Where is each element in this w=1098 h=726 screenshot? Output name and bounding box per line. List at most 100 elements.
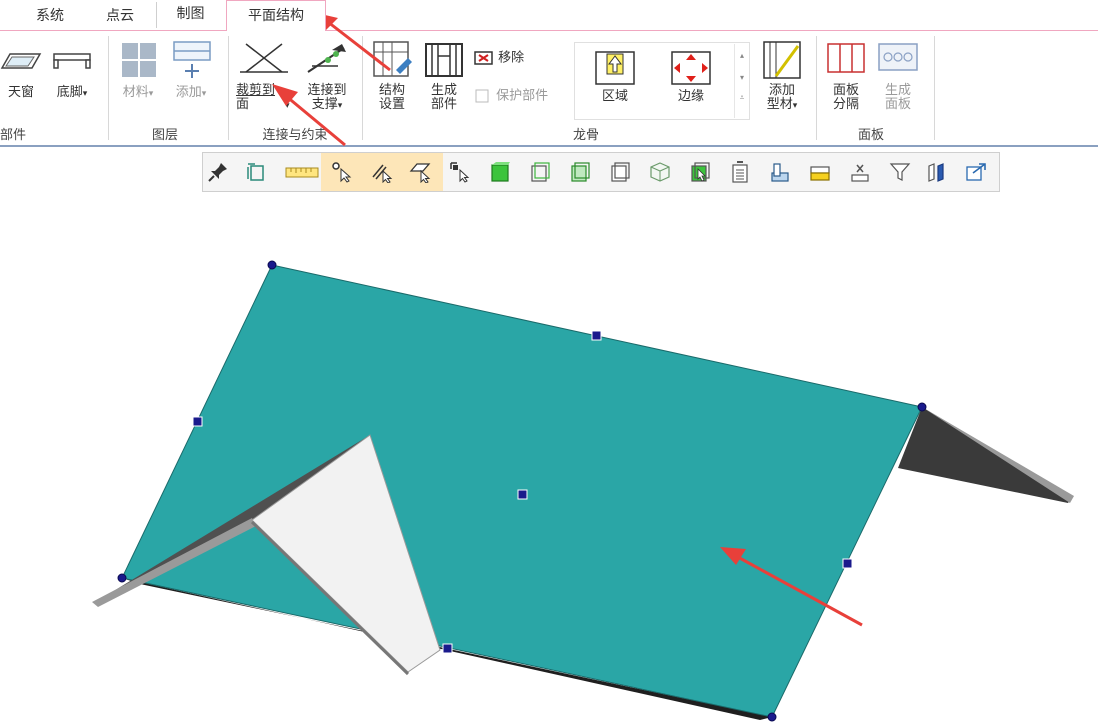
remove-icon — [474, 51, 493, 65]
box-wire-icon[interactable] — [529, 161, 551, 183]
generate-panel-icon — [878, 43, 918, 71]
gallery-expand-icon[interactable]: ⩡ — [735, 92, 749, 104]
pin-icon[interactable] — [207, 161, 229, 183]
trim-to-plane-label: 裁剪到 — [236, 83, 276, 98]
structure-settings-button[interactable]: 结构 设置 — [368, 40, 416, 118]
footing-dropdown-icon: ▾ — [82, 89, 88, 99]
add-profile-button[interactable]: 添加 型材▾ — [754, 40, 810, 118]
box-select-icon[interactable] — [689, 161, 711, 183]
protect-part-checkbox[interactable]: 保护部件 — [474, 88, 570, 108]
clear-icon[interactable] — [849, 161, 871, 183]
trim-to-plane-label-line2: 面 — [236, 97, 250, 112]
add-layer-label: 添加 — [175, 85, 202, 100]
right-roof-slope[interactable] — [898, 407, 1072, 503]
edge-label: 边缘 — [677, 89, 704, 104]
connect-to-support-label: 连接到 — [307, 83, 347, 98]
material-dropdown-icon: ▾ — [148, 89, 154, 99]
add-profile-label-line2: 型材 — [766, 97, 793, 112]
panel-divide-label-line2: 分隔 — [832, 97, 859, 112]
material-button[interactable]: 材料▾ — [114, 40, 162, 108]
edge-midpoint-handle[interactable] — [192, 416, 203, 427]
tab-bar: 系统 点云 制图 平面结构 — [0, 0, 1098, 31]
group-label-frame: 龙骨 — [572, 128, 599, 143]
edge-midpoint-handle[interactable] — [442, 643, 453, 654]
skylight-button[interactable]: 天窗 — [0, 48, 42, 108]
connect-to-support-label-line2: 支撑 — [311, 97, 338, 112]
group-separator — [934, 36, 935, 140]
corner-handle[interactable] — [267, 260, 277, 270]
columns-icon[interactable] — [925, 161, 947, 183]
export-icon[interactable] — [965, 161, 987, 183]
footing-label: 底脚 — [56, 85, 83, 100]
generate-part-button[interactable]: 生成 部件 — [420, 40, 468, 118]
edge-midpoint-handle[interactable] — [591, 330, 602, 341]
skylight-icon — [0, 53, 42, 69]
box-shaded-icon[interactable] — [569, 161, 591, 183]
corner-handle[interactable] — [767, 712, 777, 722]
add-layer-icon — [173, 41, 211, 78]
rotate-view-icon[interactable] — [245, 161, 267, 183]
trim-dropdown-icon: ▾ — [285, 101, 290, 111]
select-point-icon[interactable] — [331, 161, 353, 183]
add-profile-dropdown-icon: ▾ — [792, 101, 798, 111]
tab-plane-structure[interactable]: 平面结构 — [226, 0, 326, 31]
footing-button[interactable]: 底脚▾ — [50, 48, 94, 108]
group-separator — [362, 36, 363, 140]
generate-panel-button[interactable]: 生成 面板 — [874, 40, 922, 118]
ribbon-bottom-border — [0, 145, 1098, 147]
footing-icon — [53, 53, 91, 69]
panel-divide-button[interactable]: 面板 分隔 — [822, 40, 870, 118]
gallery-scroll-down-icon[interactable]: ▾ — [735, 72, 749, 84]
remove-label: 移除 — [498, 50, 525, 66]
select-edge-icon[interactable] — [371, 161, 393, 183]
gallery-scroll-up-icon[interactable]: ▴ — [735, 50, 749, 62]
box-outline-icon[interactable] — [609, 161, 631, 183]
stack-icon[interactable] — [809, 161, 831, 183]
layers-icon[interactable] — [769, 161, 791, 183]
tab-system[interactable]: 系统 — [30, 4, 70, 28]
select-component-icon[interactable] — [449, 161, 471, 183]
view-toolbar — [202, 152, 1000, 192]
connect-dropdown-icon: ▾ — [337, 101, 343, 111]
edge-icon — [671, 51, 711, 85]
edge-midpoint-handle[interactable] — [842, 558, 853, 569]
group-separator — [816, 36, 817, 140]
trim-to-plane-button[interactable]: 裁剪到 面 ▾ — [234, 40, 294, 118]
group-separator — [228, 36, 229, 140]
select-face-icon[interactable] — [409, 161, 431, 183]
tab-drafting[interactable]: 制图 — [156, 2, 224, 28]
panel-divide-icon — [827, 43, 865, 73]
structure-settings-label-line2: 设置 — [378, 97, 405, 112]
filter-icon[interactable] — [889, 161, 911, 183]
corner-handle[interactable] — [117, 573, 127, 583]
box-hidden-icon[interactable] — [649, 161, 671, 183]
protect-part-label: 保护部件 — [496, 88, 549, 104]
generate-part-label-line2: 部件 — [430, 97, 457, 112]
structure-settings-icon — [373, 41, 412, 77]
model-viewport[interactable] — [0, 192, 1098, 726]
add-profile-label: 添加 — [768, 83, 795, 98]
add-profile-icon — [763, 41, 801, 79]
center-handle[interactable] — [517, 489, 528, 500]
panel-divide-label: 面板 — [832, 83, 859, 98]
corner-handle[interactable] — [917, 402, 927, 412]
checkbox-icon — [475, 89, 489, 103]
ruler-icon[interactable] — [285, 161, 319, 183]
add-layer-dropdown-icon: ▾ — [201, 89, 207, 99]
tab-point-cloud[interactable]: 点云 — [100, 4, 140, 28]
region-icon — [595, 51, 635, 85]
connect-to-support-button[interactable]: 连接到 支撑▾ — [298, 40, 356, 118]
edge-button[interactable]: 边缘 — [656, 50, 726, 110]
connect-support-icon — [307, 44, 346, 73]
box-solid-icon[interactable] — [489, 161, 511, 183]
trim-plane-icon — [240, 43, 288, 73]
remove-button[interactable]: 移除 — [474, 50, 544, 70]
gallery-scroll[interactable]: ▴ ▾ ⩡ — [734, 44, 749, 118]
group-label-parts: 部件 — [0, 128, 27, 143]
document-icon[interactable] — [729, 161, 751, 183]
region-button[interactable]: 区域 — [580, 50, 650, 110]
group-separator — [108, 36, 109, 140]
add-layer-button[interactable]: 添加▾ — [166, 40, 216, 108]
group-label-connect: 连接与约束 — [262, 128, 328, 143]
material-icon — [122, 43, 156, 77]
